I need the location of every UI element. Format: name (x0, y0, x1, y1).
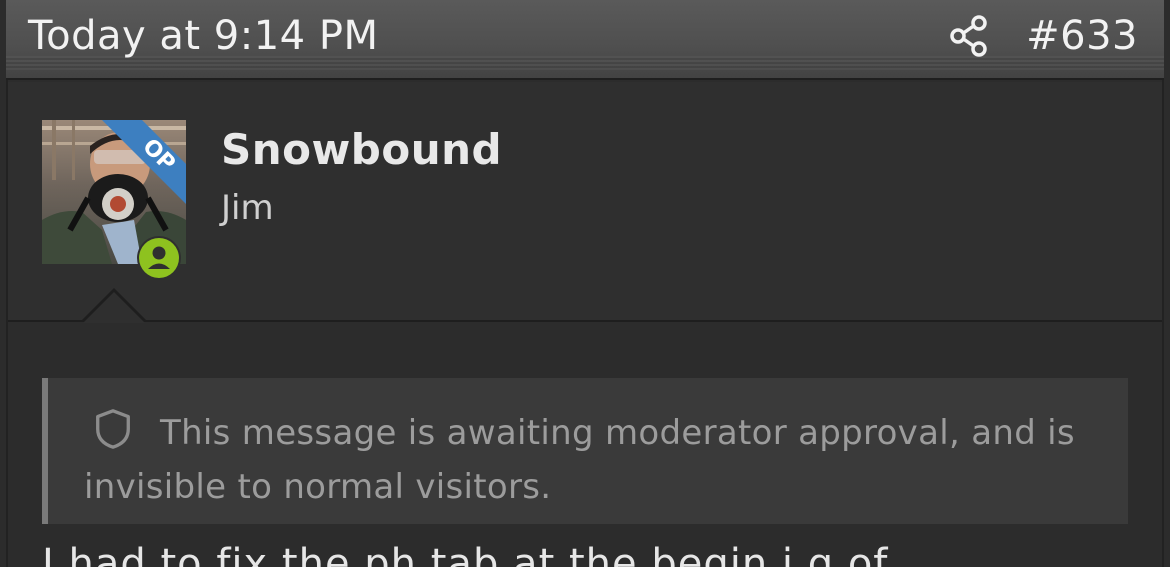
share-icon (950, 15, 987, 57)
user-title: Jim (221, 188, 274, 228)
post-timestamp[interactable]: Today at 9:14 PM (28, 12, 378, 60)
post-container: Today at 9:14 PM #633 OP Snowbound Jim T… (0, 0, 1170, 567)
post-body-text: I had to fix the ph tab at the begin i g… (42, 541, 889, 567)
share-button[interactable] (944, 12, 994, 60)
online-status-badge (137, 236, 181, 280)
shield-icon (96, 409, 130, 449)
post-number-link[interactable]: #633 (1026, 12, 1138, 60)
post-header: Today at 9:14 PM #633 (6, 0, 1164, 80)
user-block-pointer (83, 292, 145, 323)
user-block-divider (8, 320, 1162, 322)
moderation-notice: This message is awaiting moderator appro… (42, 378, 1128, 524)
user-online-icon (139, 238, 179, 278)
username-link[interactable]: Snowbound (221, 124, 502, 176)
moderation-notice-text: This message is awaiting moderator appro… (84, 413, 1075, 507)
